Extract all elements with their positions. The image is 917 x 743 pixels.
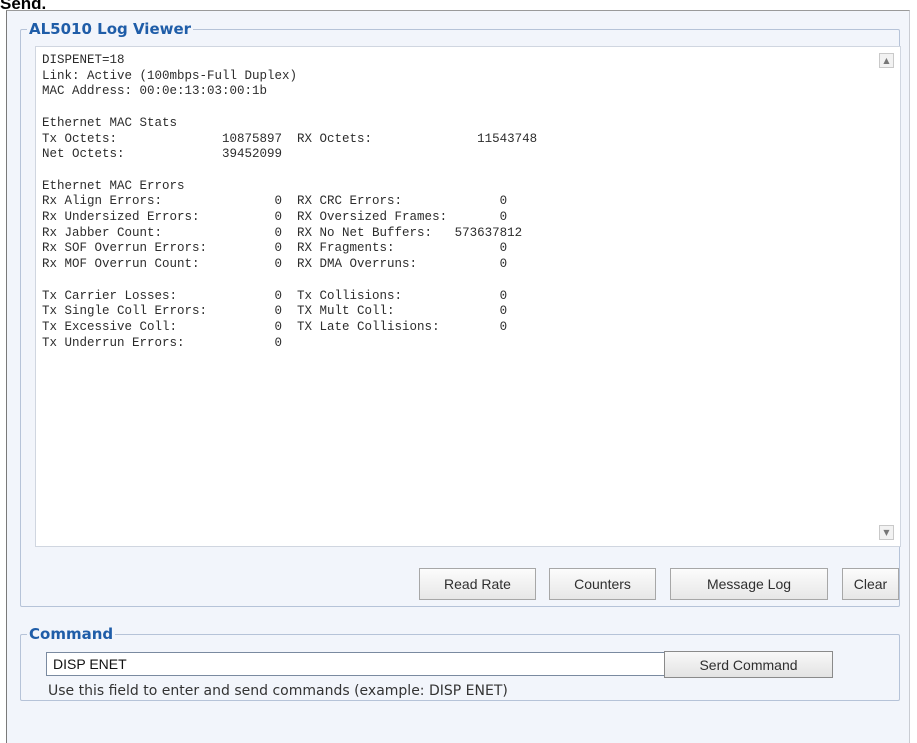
log-text: DISPENET=18 Link: Active (100mbps-Full D… [42,53,537,351]
scroll-down-icon[interactable]: ▼ [879,525,894,540]
log-line: Link: Active (100mbps-Full Duplex) [42,68,298,83]
clear-button[interactable]: Clear [842,568,899,600]
log-line: Rx MOF Overrun Count: 0 RX DMA Overruns:… [42,257,508,272]
log-line: DISPENET=18 [42,53,125,67]
log-line: Tx Octets: 10875897 RX Octets: 11543748 [42,131,538,146]
command-title: Command [29,625,114,643]
log-line: Tx Carrier Losses: 0 Tx Collisions: 0 [42,288,508,303]
log-line: Rx Jabber Count: 0 RX No Net Buffers: 57… [42,225,523,240]
log-line: Ethernet MAC Errors [42,178,185,193]
read-rate-button[interactable]: Read Rate [419,568,536,600]
log-line: Tx Excessive Coll: 0 TX Late Collisions:… [42,319,508,334]
message-log-button[interactable]: Message Log [670,568,828,600]
log-line: Tx Underrun Errors: 0 [42,335,283,350]
log-line: Net Octets: 39452099 [42,147,283,162]
log-line: Rx Undersized Errors: 0 RX Oversized Fra… [42,210,508,225]
command-input[interactable] [46,652,664,676]
log-line: Rx Align Errors: 0 RX CRC Errors: 0 [42,194,508,209]
log-output-area[interactable]: DISPENET=18 Link: Active (100mbps-Full D… [35,46,901,547]
log-line: MAC Address: 00:0e:13:03:00:1b [42,84,268,99]
log-viewer-title: AL5010 Log Viewer [29,20,192,38]
log-line: Rx SOF Overrun Errors: 0 RX Fragments: 0 [42,241,508,256]
command-hint: Use this field to enter and send command… [48,683,508,699]
scroll-up-icon[interactable]: ▲ [879,53,894,68]
log-line: Tx Single Coll Errors: 0 TX Mult Coll: 0 [42,304,508,319]
log-line: Ethernet MAC Stats [42,115,178,130]
counters-button[interactable]: Counters [549,568,656,600]
send-command-button[interactable]: Serd Command [664,651,833,678]
